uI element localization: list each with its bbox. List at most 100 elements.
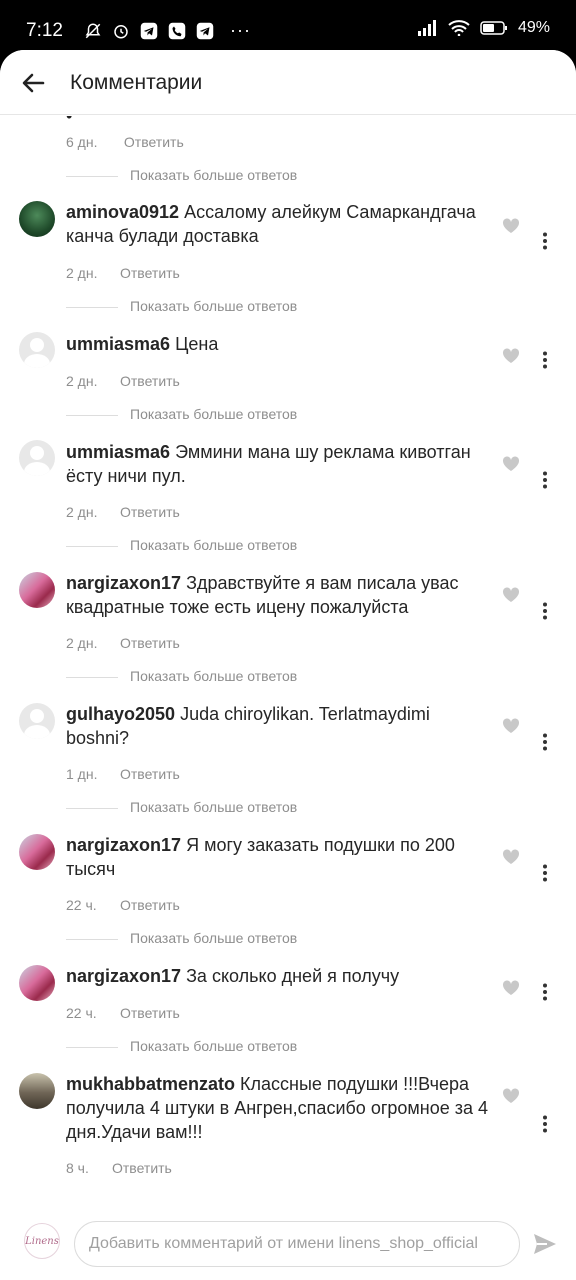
show-more-replies[interactable]: Показать больше ответов: [66, 537, 297, 553]
comment-username[interactable]: aminova0912: [66, 202, 179, 222]
avatar[interactable]: [19, 703, 55, 739]
more-options-icon[interactable]: [539, 1115, 551, 1133]
comment-username[interactable]: ummiasma6: [66, 442, 170, 462]
show-more-replies[interactable]: Показать больше ответов: [66, 668, 297, 684]
show-more-replies[interactable]: Показать больше ответов: [66, 930, 297, 946]
status-system-icons: 49%: [417, 19, 550, 37]
battery-icon: [480, 21, 507, 35]
comment-meta: 2 дн. Ответить: [66, 373, 180, 389]
comment-username[interactable]: gulhayo2050: [66, 704, 175, 724]
comment-username[interactable]: nargizaxon17: [66, 835, 181, 855]
comment-username[interactable]: nargizaxon17: [66, 573, 181, 593]
comment-age: 6 дн.: [66, 134, 98, 150]
like-heart-icon[interactable]: [502, 849, 520, 865]
comment-age: 2 дн.: [66, 504, 98, 520]
signal-icon: [417, 20, 436, 36]
like-heart-icon[interactable]: [502, 718, 520, 734]
show-more-replies-label: Показать больше ответов: [130, 167, 298, 183]
status-notification-icons: ···: [84, 20, 251, 41]
comment-input[interactable]: [74, 1221, 520, 1267]
telegram-icon: [140, 22, 158, 39]
show-more-replies-label: Показать больше ответов: [130, 1038, 298, 1054]
like-heart-icon[interactable]: [502, 587, 520, 603]
comment-meta: 6 дн. Ответить: [66, 134, 184, 150]
phone-icon: [168, 22, 186, 39]
show-more-replies-label: Показать больше ответов: [130, 406, 298, 422]
comments-list[interactable]: • 6 дн. Ответить Показать больше ответов…: [0, 116, 576, 1216]
avatar[interactable]: [19, 1073, 55, 1109]
comment-body: nargizaxon17 Я могу заказать подушки по …: [66, 833, 496, 881]
show-more-replies[interactable]: Показать больше ответов: [66, 298, 297, 314]
reply-button[interactable]: Ответить: [120, 373, 180, 389]
show-more-replies-label: Показать больше ответов: [130, 668, 298, 684]
reply-button[interactable]: Ответить: [124, 134, 184, 150]
status-time: 7:12: [26, 20, 63, 41]
like-heart-icon[interactable]: [502, 980, 520, 996]
comment-body: gulhayo2050 Juda chiroylikan. Terlatmayd…: [66, 702, 496, 750]
reply-button[interactable]: Ответить: [120, 504, 180, 520]
show-more-replies-label: Показать больше ответов: [130, 930, 298, 946]
avatar[interactable]: [19, 834, 55, 870]
comment-age: 2 дн.: [66, 373, 98, 389]
comment-body: nargizaxon17 Здравствуйте я вам писала у…: [66, 571, 496, 619]
like-heart-icon[interactable]: [502, 456, 520, 472]
comment-text: За сколько дней я получу: [186, 966, 400, 986]
more-notifications-icon: ···: [230, 20, 251, 40]
comment-age: 22 ч.: [66, 897, 97, 913]
comment-body: aminova0912 Ассалому алейкум Самаркандга…: [66, 200, 496, 248]
like-heart-icon[interactable]: [502, 348, 520, 364]
more-options-icon[interactable]: [539, 232, 551, 250]
divider-line: [66, 175, 118, 177]
show-more-replies[interactable]: Показать больше ответов: [66, 1038, 297, 1054]
more-options-icon[interactable]: [539, 351, 551, 369]
comment-age: 2 дн.: [66, 635, 98, 651]
comment-username[interactable]: mukhabbatmenzato: [66, 1074, 235, 1094]
show-more-replies[interactable]: Показать больше ответов: [66, 799, 297, 815]
reply-button[interactable]: Ответить: [120, 265, 180, 281]
avatar[interactable]: [19, 440, 55, 476]
back-arrow-icon[interactable]: [18, 68, 48, 98]
comment-age: 1 дн.: [66, 766, 98, 782]
reply-button[interactable]: Ответить: [120, 635, 180, 651]
comment-body: ummiasma6 Эммини мана шу реклама кивотга…: [66, 440, 496, 488]
avatar[interactable]: [19, 201, 55, 237]
send-icon[interactable]: [531, 1230, 559, 1258]
avatar[interactable]: [19, 332, 55, 368]
show-more-replies[interactable]: Показать больше ответов: [66, 406, 297, 422]
comment-body: nargizaxon17 За сколько дней я получу: [66, 964, 496, 988]
more-options-icon[interactable]: [539, 983, 551, 1001]
comment-body: ummiasma6 Цена: [66, 332, 496, 356]
wifi-icon: [448, 20, 470, 36]
more-options-icon[interactable]: [539, 733, 551, 751]
comment-username[interactable]: nargizaxon17: [66, 966, 181, 986]
reply-button[interactable]: Ответить: [120, 766, 180, 782]
muted-notifications-icon: [85, 22, 101, 38]
battery-percent: 49%: [517, 19, 550, 36]
reply-button[interactable]: Ответить: [120, 1005, 180, 1021]
account-logo-text: Linens: [25, 1235, 59, 1247]
comment-meta: 2 дн. Ответить: [66, 635, 180, 651]
divider-line: [66, 807, 118, 809]
divider-line: [66, 1046, 118, 1048]
divider-line: [66, 938, 118, 940]
more-options-icon[interactable]: [539, 471, 551, 489]
comment-meta: 8 ч. Ответить: [66, 1160, 172, 1176]
more-options-icon[interactable]: [539, 602, 551, 620]
page-title: Комментарии: [70, 71, 203, 94]
cutoff-comment-text: •: [66, 116, 73, 126]
show-more-replies-label: Показать больше ответов: [130, 537, 298, 553]
account-avatar[interactable]: Linens: [24, 1223, 60, 1259]
avatar[interactable]: [19, 572, 55, 608]
divider-line: [66, 306, 118, 308]
comment-username[interactable]: ummiasma6: [66, 334, 170, 354]
more-options-icon[interactable]: [539, 864, 551, 882]
comment-meta: 2 дн. Ответить: [66, 504, 180, 520]
avatar[interactable]: [19, 965, 55, 1001]
show-more-replies[interactable]: Показать больше ответов: [66, 167, 297, 183]
like-heart-icon[interactable]: [502, 1088, 520, 1104]
reply-button[interactable]: Ответить: [120, 897, 180, 913]
reply-button[interactable]: Ответить: [112, 1160, 172, 1176]
alarm-icon: [114, 24, 128, 38]
like-heart-icon[interactable]: [502, 218, 520, 234]
comments-sheet: Комментарии • 6 дн. Ответить Показать бо…: [0, 50, 576, 1280]
